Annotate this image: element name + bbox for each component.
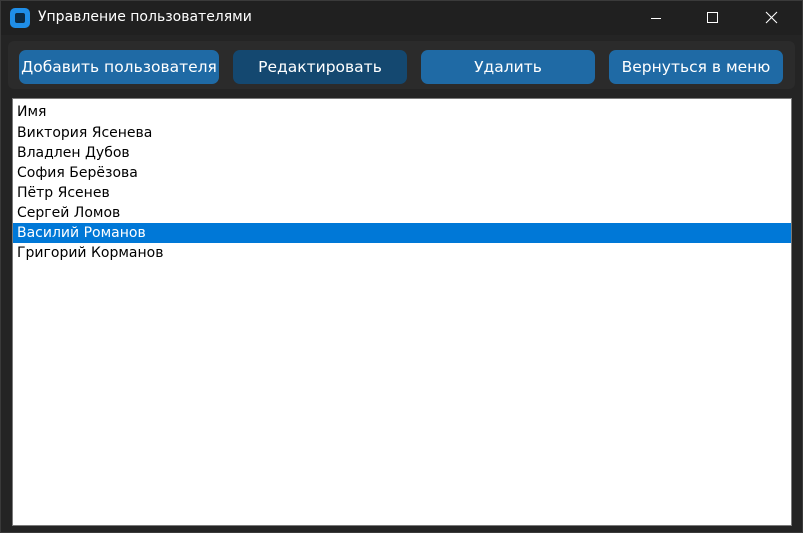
maximize-icon [707, 12, 718, 23]
list-item[interactable]: Пётр Ясенев [13, 183, 791, 203]
list-item[interactable]: София Берёзова [13, 163, 791, 183]
minimize-button[interactable] [628, 1, 686, 35]
list-item[interactable]: Григорий Корманов [13, 243, 791, 263]
close-icon [765, 11, 778, 24]
list-header-name: Имя [17, 104, 47, 120]
edit-user-button[interactable]: Редактировать [233, 50, 407, 84]
window-title: Управление пользователями [38, 9, 252, 25]
users-list[interactable]: Имя Виктория Ясенева Владлен Дубов София… [12, 98, 792, 526]
title-bar[interactable]: Управление пользователями [1, 1, 802, 35]
list-item-selected[interactable]: Василий Романов [13, 223, 791, 243]
users-rows: Виктория Ясенева Владлен Дубов София Бер… [13, 123, 791, 263]
delete-user-button[interactable]: Удалить [421, 50, 595, 84]
list-item[interactable]: Виктория Ясенева [13, 123, 791, 143]
add-user-button[interactable]: Добавить пользователя [19, 50, 219, 84]
user-management-window: Управление пользователями Добавить польз… [0, 0, 803, 533]
toolbar: Добавить пользователя Редактировать Удал… [8, 41, 795, 89]
app-icon [10, 8, 30, 28]
list-item[interactable]: Владлен Дубов [13, 143, 791, 163]
back-to-menu-button[interactable]: Вернуться в меню [609, 50, 783, 84]
minimize-icon [651, 18, 661, 19]
list-item[interactable]: Сергей Ломов [13, 203, 791, 223]
close-button[interactable] [742, 1, 800, 35]
maximize-button[interactable] [684, 1, 742, 35]
